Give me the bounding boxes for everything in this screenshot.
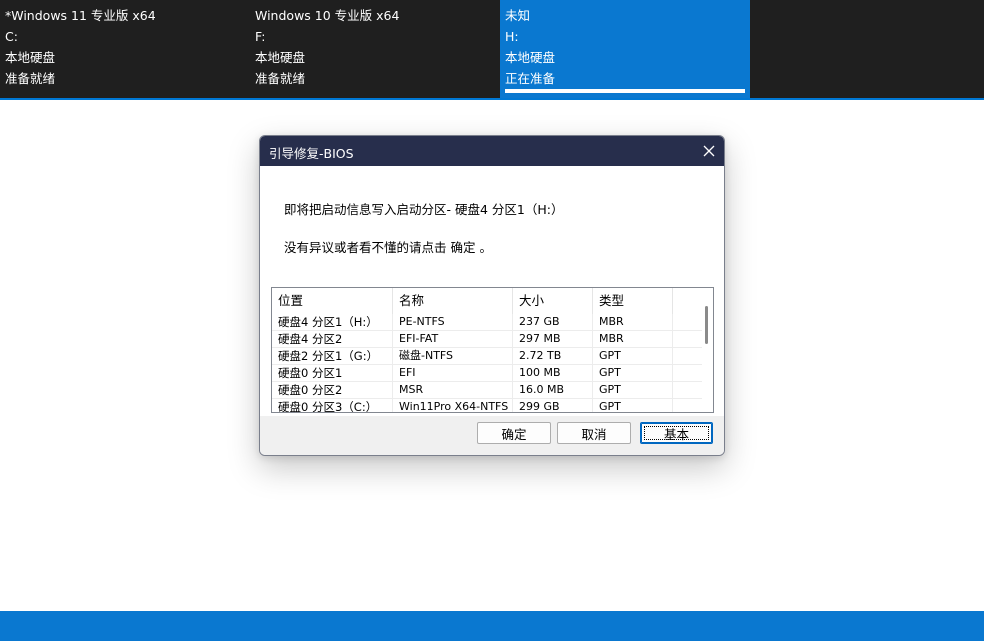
cell-type: MBR bbox=[593, 331, 673, 347]
os-name: 未知 bbox=[505, 8, 531, 23]
table-scrollbar[interactable] bbox=[702, 288, 713, 412]
table-header: 位置 名称 大小 类型 bbox=[272, 288, 713, 314]
cell-size: 16.0 MB bbox=[513, 382, 593, 398]
cell-size: 299 GB bbox=[513, 399, 593, 412]
boot-repair-dialog: 引导修复-BIOS 即将把启动信息写入启动分区- 硬盘4 分区1（H:） 没有异… bbox=[259, 135, 725, 456]
tile-status: 正在准备 bbox=[505, 71, 556, 86]
close-button[interactable] bbox=[694, 136, 724, 166]
table-row[interactable]: 硬盘0 分区3（C:） Win11Pro X64-NTFS 299 GB GPT bbox=[272, 399, 702, 412]
table-body: 硬盘4 分区1（H:） PE-NTFS 237 GB MBR 硬盘4 分区2 E… bbox=[272, 314, 702, 412]
table-row[interactable]: 硬盘4 分区2 EFI-FAT 297 MB MBR bbox=[272, 331, 702, 348]
disk-type: 本地硬盘 bbox=[255, 50, 306, 65]
os-tile-unknown[interactable]: 未知 H: 本地硬盘 正在准备 bbox=[500, 0, 750, 98]
partition-table[interactable]: 位置 名称 大小 类型 硬盘4 分区1（H:） PE-NTFS 237 GB M… bbox=[271, 287, 714, 413]
cell-size: 297 MB bbox=[513, 331, 593, 347]
table-row[interactable]: 硬盘0 分区1 EFI 100 MB GPT bbox=[272, 365, 702, 382]
cell-size: 2.72 TB bbox=[513, 348, 593, 364]
cell-type: MBR bbox=[593, 314, 673, 330]
cell-name: EFI bbox=[393, 365, 513, 381]
table-row[interactable]: 硬盘0 分区2 MSR 16.0 MB GPT bbox=[272, 382, 702, 399]
disk-type: 本地硬盘 bbox=[5, 50, 56, 65]
basic-button[interactable]: 基本 bbox=[640, 422, 713, 444]
cell-type: GPT bbox=[593, 348, 673, 364]
cell-name: Win11Pro X64-NTFS bbox=[393, 399, 513, 412]
drive-letter: F: bbox=[255, 29, 266, 44]
os-name: Windows 10 专业版 x64 bbox=[255, 8, 400, 23]
cell-location: 硬盘2 分区1（G:） bbox=[272, 348, 393, 364]
column-header-size[interactable]: 大小 bbox=[513, 288, 593, 314]
os-tile-windows11[interactable]: *Windows 11 专业版 x64 C: 本地硬盘 准备就绪 bbox=[0, 0, 250, 98]
ok-button[interactable]: 确定 bbox=[477, 422, 551, 444]
dialog-message: 即将把启动信息写入启动分区- 硬盘4 分区1（H:） bbox=[284, 202, 564, 217]
cell-name: EFI-FAT bbox=[393, 331, 513, 347]
bottom-status-bar bbox=[0, 611, 984, 641]
cell-location: 硬盘4 分区2 bbox=[272, 331, 393, 347]
cell-name: PE-NTFS bbox=[393, 314, 513, 330]
column-header-name[interactable]: 名称 bbox=[393, 288, 513, 314]
cell-location: 硬盘0 分区1 bbox=[272, 365, 393, 381]
dialog-hint: 没有异议或者看不懂的请点击 确定 。 bbox=[284, 240, 492, 255]
cancel-button[interactable]: 取消 bbox=[557, 422, 631, 444]
cell-type: GPT bbox=[593, 382, 673, 398]
table-row[interactable]: 硬盘4 分区1（H:） PE-NTFS 237 GB MBR bbox=[272, 314, 702, 331]
cell-name: 磁盘-NTFS bbox=[393, 348, 513, 364]
cell-location: 硬盘0 分区3（C:） bbox=[272, 399, 393, 412]
cell-location: 硬盘0 分区2 bbox=[272, 382, 393, 398]
cell-size: 100 MB bbox=[513, 365, 593, 381]
cell-type: GPT bbox=[593, 365, 673, 381]
cell-name: MSR bbox=[393, 382, 513, 398]
tile-status: 准备就绪 bbox=[5, 71, 56, 86]
cell-type: GPT bbox=[593, 399, 673, 412]
os-tiles-bar: *Windows 11 专业版 x64 C: 本地硬盘 准备就绪 Windows… bbox=[0, 0, 984, 98]
drive-letter: H: bbox=[505, 29, 519, 44]
column-header-location[interactable]: 位置 bbox=[272, 288, 393, 314]
tile-status: 准备就绪 bbox=[255, 71, 306, 86]
drive-letter: C: bbox=[5, 29, 18, 44]
scrollbar-thumb[interactable] bbox=[705, 306, 708, 344]
column-header-type[interactable]: 类型 bbox=[593, 288, 673, 314]
focus-ring bbox=[644, 426, 709, 440]
close-icon bbox=[703, 145, 715, 157]
dialog-title: 引导修复-BIOS bbox=[269, 146, 354, 161]
progress-bar bbox=[505, 89, 745, 93]
cell-size: 237 GB bbox=[513, 314, 593, 330]
table-row[interactable]: 硬盘2 分区1（G:） 磁盘-NTFS 2.72 TB GPT bbox=[272, 348, 702, 365]
dialog-titlebar[interactable]: 引导修复-BIOS bbox=[260, 136, 724, 166]
os-name: *Windows 11 专业版 x64 bbox=[5, 8, 156, 23]
cell-location: 硬盘4 分区1（H:） bbox=[272, 314, 393, 330]
os-tile-windows10[interactable]: Windows 10 专业版 x64 F: 本地硬盘 准备就绪 bbox=[250, 0, 500, 98]
accent-divider bbox=[0, 98, 984, 100]
disk-type: 本地硬盘 bbox=[505, 50, 556, 65]
